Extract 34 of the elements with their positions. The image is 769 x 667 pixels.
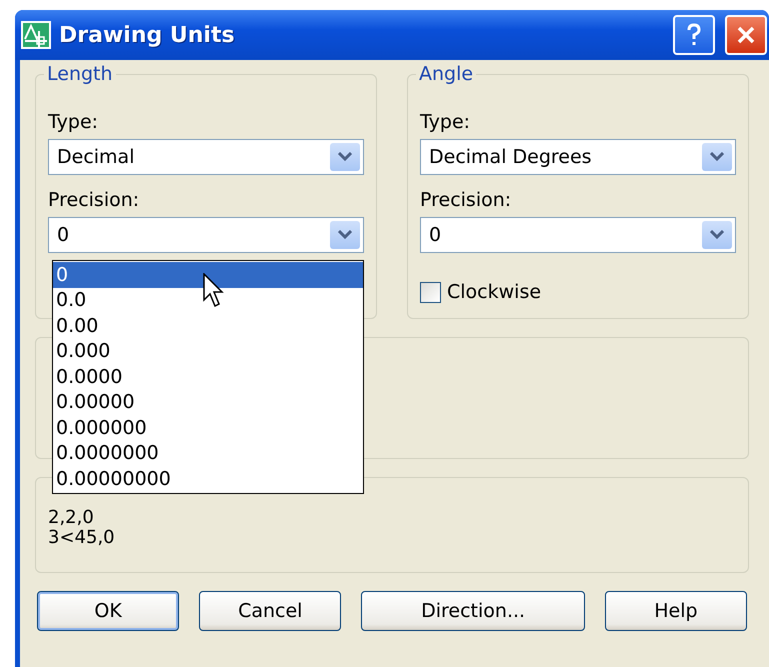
chevron-down-icon	[710, 230, 724, 240]
field-label: Type:	[48, 111, 98, 133]
mouse-pointer-icon	[203, 273, 227, 309]
dialog-button[interactable]: Direction...	[361, 591, 585, 631]
dropdown-option[interactable]: 0	[53, 262, 363, 288]
chevron-down-icon	[710, 152, 724, 162]
sample-output-line: 3<45,0	[48, 528, 115, 548]
precision-dropdown[interactable]: 0	[48, 217, 364, 253]
field-label: Precision:	[420, 189, 512, 211]
help-button[interactable]	[673, 15, 715, 55]
drawing-units-icon	[21, 21, 51, 49]
question-mark-icon	[686, 23, 702, 47]
chevron-down-icon	[338, 230, 352, 240]
field-label: Precision:	[48, 189, 140, 211]
field-label: Type:	[420, 111, 470, 133]
dropdown-arrow-button[interactable]	[330, 221, 360, 249]
close-icon	[736, 25, 756, 45]
dialog-button[interactable]: Cancel	[199, 591, 342, 631]
group-legend: Length	[44, 63, 116, 85]
dropdown-arrow-button[interactable]	[702, 221, 732, 249]
clockwise-checkbox[interactable]: Clockwise	[420, 281, 542, 303]
chevron-down-icon	[338, 152, 352, 162]
sample-output-line: 2,2,0	[48, 508, 94, 528]
dropdown-arrow-button[interactable]	[330, 143, 360, 171]
group-legend: Angle	[416, 63, 476, 85]
precision-dropdown[interactable]: 0	[420, 217, 736, 253]
window-title: Drawing Units	[59, 22, 236, 48]
type-dropdown[interactable]: Decimal	[48, 139, 364, 175]
checkbox[interactable]	[420, 282, 441, 302]
dialog-button[interactable]: OK	[37, 591, 180, 631]
type-dropdown[interactable]: Decimal Degrees	[420, 139, 736, 175]
dropdown-arrow-button[interactable]	[702, 143, 732, 171]
close-button[interactable]	[725, 15, 767, 55]
dialog-button[interactable]: Help	[604, 591, 747, 631]
